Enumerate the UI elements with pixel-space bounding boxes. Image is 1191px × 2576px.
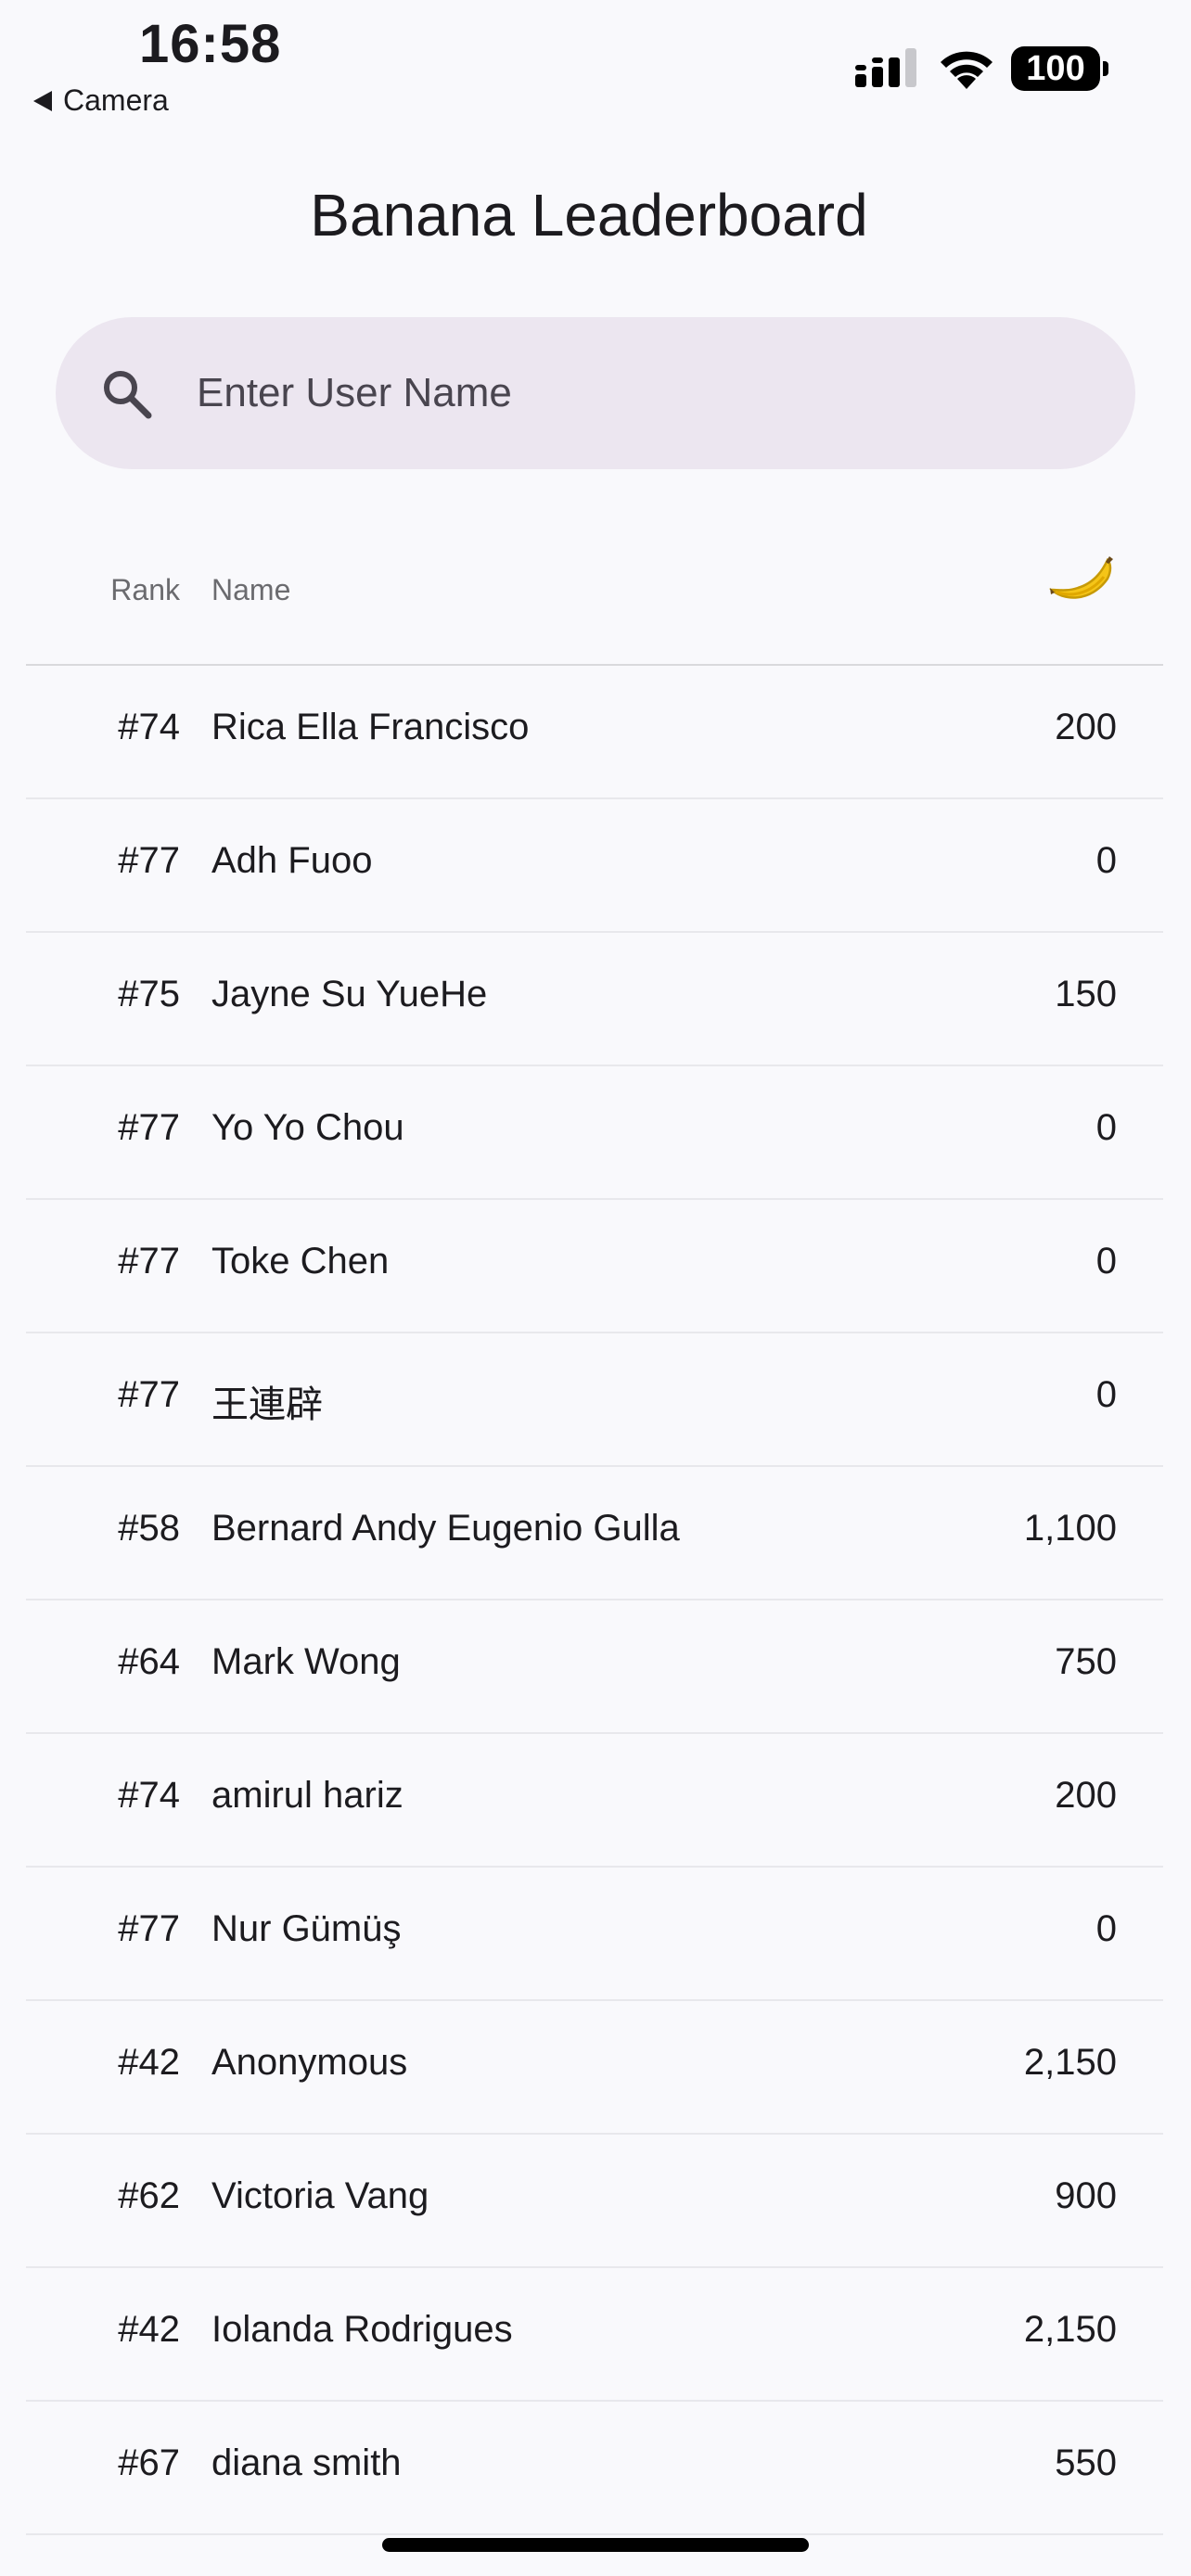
home-indicator[interactable] (382, 2538, 809, 2552)
row-score: 1,100 (1023, 1508, 1117, 1549)
row-rank: #77 (118, 1908, 180, 1949)
row-rank: #77 (118, 1241, 180, 1282)
table-row[interactable]: #75 Jayne Su YueHe 150 (26, 933, 1163, 1066)
table-row[interactable]: #62 Victoria Vang 900 (26, 2135, 1163, 2268)
row-score: 0 (1095, 1374, 1117, 1415)
search-icon (104, 371, 152, 419)
row-name: Yo Yo Chou (211, 1107, 404, 1148)
row-name: Iolanda Rodrigues (211, 2309, 513, 2350)
row-rank: #64 (118, 1641, 180, 1682)
row-score: 2,150 (1023, 2309, 1117, 2350)
leaderboard-table: Rank Name #74 Rica Ella Francisco 200 #7… (26, 530, 1163, 2535)
row-name: Bernard Andy Eugenio Gulla (211, 1508, 680, 1549)
row-rank: #67 (118, 2442, 180, 2483)
row-name: amirul hariz (211, 1775, 403, 1816)
table-row[interactable]: #64 Mark Wong 750 (26, 1600, 1163, 1734)
column-header-name: Name (211, 573, 291, 606)
wifi-icon (941, 51, 992, 89)
row-score: 0 (1095, 1908, 1117, 1949)
banana-icon (1048, 556, 1113, 599)
table-row[interactable]: #74 amirul hariz 200 (26, 1734, 1163, 1868)
row-name: Mark Wong (211, 1641, 401, 1682)
table-row[interactable]: #67 diana smith 550 (26, 2402, 1163, 2535)
battery-tip (1103, 61, 1108, 76)
row-score: 2,150 (1023, 2042, 1117, 2083)
table-row[interactable]: #77 Nur Gümüş 0 (26, 1868, 1163, 2001)
row-name: Rica Ella Francisco (211, 707, 530, 747)
table-row[interactable]: #42 Anonymous 2,150 (26, 2001, 1163, 2135)
search-bar[interactable] (56, 317, 1135, 469)
row-name: 王連辟 (211, 1384, 323, 1425)
back-link-label: Camera (63, 83, 169, 117)
table-row[interactable]: #74 Rica Ella Francisco 200 (26, 666, 1163, 799)
row-rank: #42 (118, 2309, 180, 2350)
row-score: 0 (1095, 1241, 1117, 1282)
table-row[interactable]: #58 Bernard Andy Eugenio Gulla 1,100 (26, 1467, 1163, 1600)
page-title: Banana Leaderboard (310, 182, 868, 249)
row-rank: #75 (118, 974, 180, 1014)
row-name: Toke Chen (211, 1241, 390, 1282)
table-header: Rank Name (26, 530, 1163, 666)
search-input[interactable] (197, 370, 1031, 416)
row-name: Victoria Vang (211, 2175, 429, 2216)
status-bar: 16:58 Camera 100 (0, 0, 1191, 130)
row-rank: #77 (118, 840, 180, 881)
back-to-camera-link[interactable]: Camera (33, 83, 169, 118)
row-score: 150 (1055, 974, 1117, 1014)
row-score: 0 (1095, 840, 1117, 881)
table-row[interactable]: #77 Adh Fuoo 0 (26, 799, 1163, 933)
table-row[interactable]: #77 王連辟 0 (26, 1333, 1163, 1467)
row-name: Adh Fuoo (211, 840, 373, 881)
battery-level: 100 (1026, 48, 1085, 88)
row-score: 900 (1055, 2175, 1117, 2216)
row-rank: #62 (118, 2175, 180, 2216)
row-score: 200 (1055, 707, 1117, 747)
leaderboard-rows: #74 Rica Ella Francisco 200 #77 Adh Fuoo… (26, 666, 1163, 2535)
column-header-rank: Rank (110, 573, 180, 606)
back-arrow-icon (33, 90, 52, 111)
battery-indicator: 100 (1011, 46, 1100, 91)
row-rank: #77 (118, 1374, 180, 1415)
row-rank: #77 (118, 1107, 180, 1148)
row-rank: #74 (118, 707, 180, 747)
table-row[interactable]: #77 Yo Yo Chou 0 (26, 1066, 1163, 1200)
row-score: 200 (1055, 1775, 1117, 1816)
row-name: diana smith (211, 2442, 402, 2483)
row-name: Jayne Su YueHe (211, 974, 488, 1014)
row-rank: #42 (118, 2042, 180, 2083)
status-time: 16:58 (139, 14, 282, 74)
table-row[interactable]: #77 Toke Chen 0 (26, 1200, 1163, 1333)
row-score: 0 (1095, 1107, 1117, 1148)
row-name: Anonymous (211, 2042, 408, 2083)
row-name: Nur Gümüş (211, 1908, 402, 1949)
row-score: 750 (1055, 1641, 1117, 1682)
cellular-signal-icon (855, 48, 916, 87)
row-rank: #58 (118, 1508, 180, 1549)
row-rank: #74 (118, 1775, 180, 1816)
table-row[interactable]: #42 Iolanda Rodrigues 2,150 (26, 2268, 1163, 2402)
row-score: 550 (1055, 2442, 1117, 2483)
